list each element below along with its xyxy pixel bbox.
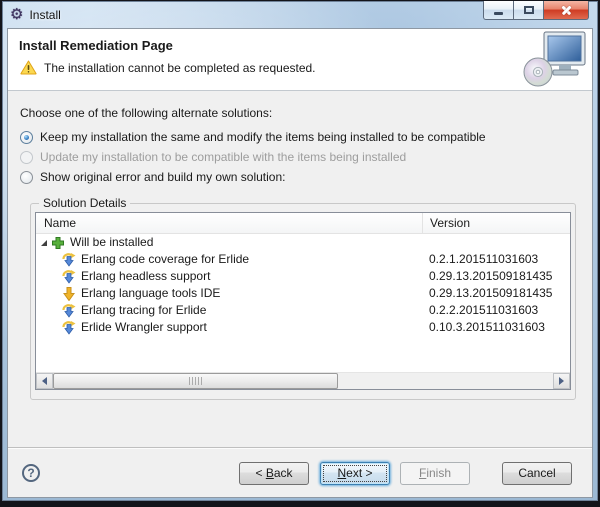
tree-row-label: Erlang language tools IDE: [81, 285, 220, 302]
radio-option-label[interactable]: Show original error and build my own sol…: [40, 170, 285, 184]
table-empty-area: [36, 336, 570, 372]
tree-row-label: Erlang tracing for Erlide: [81, 302, 206, 319]
version-cell: 0.2.1.201511031603: [429, 251, 538, 268]
installable-unit-icon: [62, 321, 76, 335]
finish-button: Finish: [400, 462, 470, 485]
tree-row[interactable]: Erlang language tools IDE 0.29.13.201509…: [36, 285, 570, 302]
scrollbar-track[interactable]: [53, 373, 553, 389]
scroll-left-icon: [42, 377, 47, 385]
tree-row-will-be-installed[interactable]: Will be installed: [36, 234, 570, 251]
maximize-button[interactable]: [513, 1, 543, 20]
downgrade-arrow-icon: [62, 287, 76, 301]
tree-row-label: Erlang headless support: [81, 268, 210, 285]
error-message-row: The installation cannot be completed as …: [20, 60, 316, 75]
version-cell: 0.29.13.201509181435: [429, 268, 552, 285]
minimize-icon: [494, 12, 503, 15]
scroll-right-icon: [559, 377, 564, 385]
radio-disabled-icon: [20, 151, 33, 164]
column-header-version[interactable]: Version: [422, 213, 470, 233]
solution-details-label: Solution Details: [39, 196, 130, 210]
gear-icon: ⚙: [10, 7, 23, 22]
help-icon: ?: [27, 466, 34, 480]
radio-option-keep-installation[interactable]: Keep my installation the same and modify…: [20, 127, 580, 147]
radio-option-show-original-error[interactable]: Show original error and build my own sol…: [20, 167, 580, 187]
cancel-button[interactable]: Cancel: [502, 462, 572, 485]
expander-icon[interactable]: [41, 240, 47, 246]
version-cell: 0.10.3.201511031603: [429, 319, 545, 336]
radio-option-update-installation: Update my installation to be compatible …: [20, 147, 580, 167]
radio-unselected-icon[interactable]: [20, 171, 33, 184]
version-cell: 0.29.13.201509181435: [429, 285, 552, 302]
wizard-buttons: < Back Next > Finish Cancel: [229, 462, 572, 485]
wizard-body: Choose one of the following alternate so…: [8, 91, 592, 447]
scroll-right-button[interactable]: [553, 373, 570, 389]
close-button[interactable]: [543, 1, 589, 20]
wizard-dialog: Install Remediation Page The installatio…: [7, 28, 593, 498]
maximize-icon: [524, 6, 534, 14]
minimize-button[interactable]: [483, 1, 513, 20]
install-dialog-window: ⚙ Install Install Remediation Page: [0, 0, 600, 507]
close-icon: [560, 4, 573, 17]
tree-row[interactable]: Erlide Wrangler support 0.10.3.201511031…: [36, 319, 570, 336]
back-button[interactable]: < Back: [239, 462, 309, 485]
install-wizard-graphic-icon: [523, 31, 587, 89]
help-button[interactable]: ?: [22, 464, 40, 482]
version-cell: 0.2.2.201511031603: [429, 302, 538, 319]
tree-row[interactable]: Erlang tracing for Erlide 0.2.2.20151103…: [36, 302, 570, 319]
tree-row[interactable]: Erlang headless support 0.29.13.20150918…: [36, 268, 570, 285]
alternate-solutions-prompt: Choose one of the following alternate so…: [20, 106, 580, 120]
tree-row-label: Will be installed: [70, 234, 153, 251]
scrollbar-thumb[interactable]: [53, 373, 338, 389]
installable-unit-icon: [62, 253, 76, 267]
installable-unit-icon: [62, 304, 76, 318]
add-plus-icon: [51, 236, 65, 250]
wizard-header: Install Remediation Page The installatio…: [8, 29, 592, 91]
aero-frame: ⚙ Install Install Remediation Page: [2, 1, 598, 501]
button-bar: ? < Back Next > Finish Cancel: [8, 449, 592, 497]
table-header: Name Version: [36, 213, 570, 234]
installable-unit-icon: [62, 270, 76, 284]
radio-option-label: Update my installation to be compatible …: [40, 150, 406, 164]
scrollbar-grip-icon: [189, 377, 202, 385]
window-controls: [483, 1, 589, 20]
solution-details-table: Name Version Will be installed: [35, 212, 571, 390]
radio-option-label[interactable]: Keep my installation the same and modify…: [40, 130, 486, 144]
column-header-name[interactable]: Name: [36, 216, 76, 230]
solution-details-group: Solution Details Name Version Will be in…: [30, 203, 576, 400]
tree-row[interactable]: Erlang code coverage for Erlide 0.2.1.20…: [36, 251, 570, 268]
error-message: The installation cannot be completed as …: [44, 61, 316, 75]
radio-selected-icon[interactable]: [20, 131, 33, 144]
window-title: Install: [29, 8, 60, 22]
page-title: Install Remediation Page: [19, 38, 173, 53]
next-button[interactable]: Next >: [320, 462, 390, 485]
scroll-left-button[interactable]: [36, 373, 53, 389]
titlebar[interactable]: ⚙ Install: [3, 2, 597, 27]
horizontal-scrollbar[interactable]: [36, 372, 570, 389]
warning-icon: [20, 60, 37, 75]
tree-row-label: Erlang code coverage for Erlide: [81, 251, 249, 268]
tree-row-label: Erlide Wrangler support: [81, 319, 207, 336]
